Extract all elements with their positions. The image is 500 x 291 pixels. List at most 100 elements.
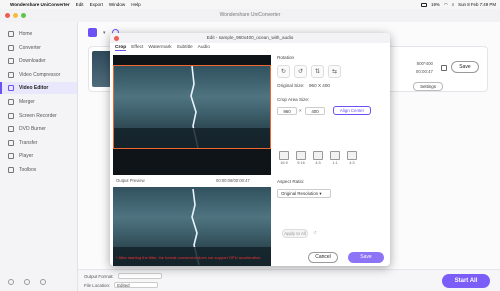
file-duration: 00:00:47 [415,69,433,74]
menu-app-name[interactable]: Wondershare UniConverter [10,2,70,7]
menu-export[interactable]: Export [90,2,103,7]
sidebar-item-label: Screen Recorder [19,112,57,119]
sidebar-item-video-compressor[interactable]: Video Compressor [0,69,77,81]
ratio-label: 9:16 [297,161,305,165]
chevron-down-icon[interactable]: ▾ [103,30,106,36]
output-format-label: Output Format: [84,273,114,279]
sidebar-item-label: Video Editor [19,85,49,92]
sidebar-item-merger[interactable]: Merger [0,96,77,108]
sidebar-item-transfer[interactable]: Transfer [0,137,77,149]
menu-help[interactable]: Help [131,2,140,7]
ratio-1-1[interactable]: 1:1 [328,151,342,168]
file-checkbox[interactable] [441,65,447,71]
transfer-icon [8,139,14,146]
dialog-save-button[interactable]: Save [348,252,384,263]
rotate-right-icon[interactable]: ↻ [277,65,290,78]
ratio-label: 4:3 [315,161,321,165]
macos-menubar: Wondershare UniConverter Edit Export Win… [0,0,500,9]
file-location-row: File Location: Edited [84,282,159,288]
sidebar-item-home[interactable]: Home [0,28,77,40]
wifi-icon[interactable]: ◠ [444,2,448,8]
tab-effect[interactable]: Effect [131,45,143,51]
sidebar-item-video-editor[interactable]: Video Editor [0,82,77,95]
sidebar: Home Converter Downloader Video Compress… [0,22,78,291]
menubar-status: 19% ◠ ⌕ Sun 8 Feb 7:49 PM [421,0,496,9]
dialog-title: Edit - sample_960x400_ocean_with_audio [110,33,390,43]
add-file-icon[interactable] [88,28,97,37]
tab-audio[interactable]: Audio [198,45,210,51]
original-size-label: Original Size: [277,83,305,88]
video-editor-icon [8,85,14,92]
source-preview [113,55,271,175]
minimize-window-icon[interactable] [13,13,18,18]
ratio-label: 1:1 [332,161,338,165]
merge-icon [8,98,14,105]
ratio-9-16[interactable]: 9:16 [294,151,308,168]
time-display: 00:00:06/00:00:47 [216,178,250,183]
file-resolution: 800*400 [416,61,433,66]
search-icon[interactable]: ⌕ [452,2,454,7]
tab-watermark[interactable]: Watermark [148,45,171,51]
sidebar-item-label: Transfer [19,139,38,146]
aspect-ratio-select[interactable]: Original Resolution ▾ [277,189,331,198]
close-window-icon[interactable] [5,13,10,18]
file-location-select[interactable]: Edited [114,282,159,288]
menu-edit[interactable]: Edit [76,2,84,7]
sidebar-item-converter[interactable]: Converter [0,42,77,54]
notification-icon[interactable] [24,279,30,285]
apply-to-all-button[interactable]: Apply to All [282,229,308,238]
output-format-row: Output Format: [84,273,162,279]
ratio-16-9[interactable]: 16:9 [277,151,291,168]
gpu-warning: * After starting the filter, the format … [116,255,262,260]
aspect-ratio-value: Original Resolution [281,191,319,196]
crop-width-input[interactable]: 960 [277,107,297,115]
crop-height-input[interactable]: 400 [305,107,325,115]
help-icon[interactable] [8,279,14,285]
ratio-label: 4:3 [349,161,355,165]
sidebar-item-label: Home [19,31,33,37]
sidebar-item-label: Player [19,153,34,160]
disc-icon [8,126,14,133]
output-format-select[interactable] [117,273,162,279]
menu-window[interactable]: Window [109,2,125,7]
align-center-button[interactable]: Align Center [333,106,371,115]
aspect-ratio-label: Aspect Ratio: [277,179,305,184]
ratio-4-3-b[interactable]: 4:3 [345,151,359,168]
window-titlebar: Wondershare UniConverter [0,9,500,22]
crop-area-label: Crop Area Size: [277,97,310,102]
dialog-tabs: Crop Effect Watermark Subtitle Audio [115,45,210,51]
sidebar-item-screen-recorder[interactable]: Screen Recorder [0,110,77,122]
ratio-4-3-a[interactable]: 4:3 [311,151,325,168]
sidebar-item-label: Downloader [19,58,46,65]
rotation-label: Rotation [277,55,295,60]
edit-dialog: Edit - sample_960x400_ocean_with_audio C… [110,33,390,266]
download-icon [8,58,14,65]
play-icon [8,153,14,160]
tab-subtitle[interactable]: Subtitle [177,45,193,51]
file-settings-button[interactable]: Settings [413,82,443,91]
sidebar-item-label: DVD Burner [19,126,46,133]
reset-icon[interactable]: ↺ [313,230,317,236]
dialog-close-icon[interactable] [114,35,119,41]
window-controls [5,13,26,18]
file-save-button[interactable]: Save [451,61,479,73]
zoom-window-icon[interactable] [21,13,26,18]
feedback-icon[interactable] [40,279,46,285]
flip-horizontal-icon[interactable]: ⇆ [328,65,341,78]
chevron-down-icon: ▾ [319,191,322,196]
start-all-button[interactable]: Start All [442,274,490,288]
flip-vertical-icon[interactable]: ⇅ [311,65,324,78]
sidebar-item-downloader[interactable]: Downloader [0,55,77,67]
sidebar-item-toolbox[interactable]: Toolbox [0,164,77,176]
sidebar-item-dvd-burner[interactable]: DVD Burner [0,123,77,135]
sidebar-item-label: Video Compressor [19,71,61,78]
crop-frame[interactable] [113,65,271,149]
cancel-button[interactable]: Cancel [308,252,338,263]
lightning-image [114,66,270,148]
tab-crop[interactable]: Crop [115,45,127,51]
rotate-left-icon[interactable]: ↺ [294,65,307,78]
crop-times-sign: × [299,108,302,113]
clock[interactable]: Sun 8 Feb 7:49 PM [458,2,496,7]
sidebar-item-player[interactable]: Player [0,150,77,162]
battery-icon[interactable] [421,2,428,7]
